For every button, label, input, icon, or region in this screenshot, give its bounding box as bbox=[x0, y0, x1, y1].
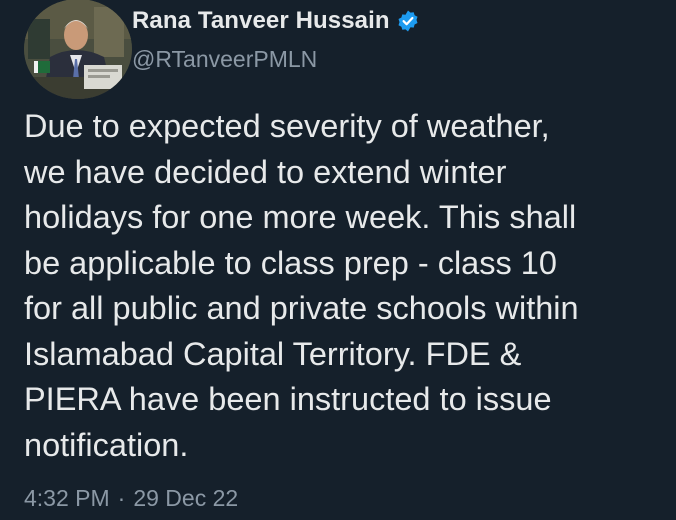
user-handle[interactable]: @RTanveerPMLN bbox=[132, 46, 532, 73]
avatar[interactable] bbox=[24, 0, 132, 99]
tweet-card: Rana Tanveer Hussain @RTanveerPMLN Due t… bbox=[0, 0, 676, 520]
tweet-header bbox=[24, 0, 132, 100]
name-row: Rana Tanveer Hussain bbox=[132, 6, 532, 36]
tweet-text: Due to expected severity of weather, we … bbox=[24, 108, 579, 463]
profile-photo-icon bbox=[24, 0, 132, 99]
author-identity: Rana Tanveer Hussain @RTanveerPMLN bbox=[132, 6, 532, 73]
tweet-time: 4:32 PM bbox=[24, 485, 110, 511]
display-name[interactable]: Rana Tanveer Hussain bbox=[132, 7, 390, 35]
tweet-timestamp[interactable]: 4:32 PM · 29 Dec 22 bbox=[24, 485, 238, 512]
meta-separator: · bbox=[117, 485, 126, 511]
verified-badge-icon bbox=[396, 9, 420, 33]
tweet-date: 29 Dec 22 bbox=[133, 485, 239, 511]
